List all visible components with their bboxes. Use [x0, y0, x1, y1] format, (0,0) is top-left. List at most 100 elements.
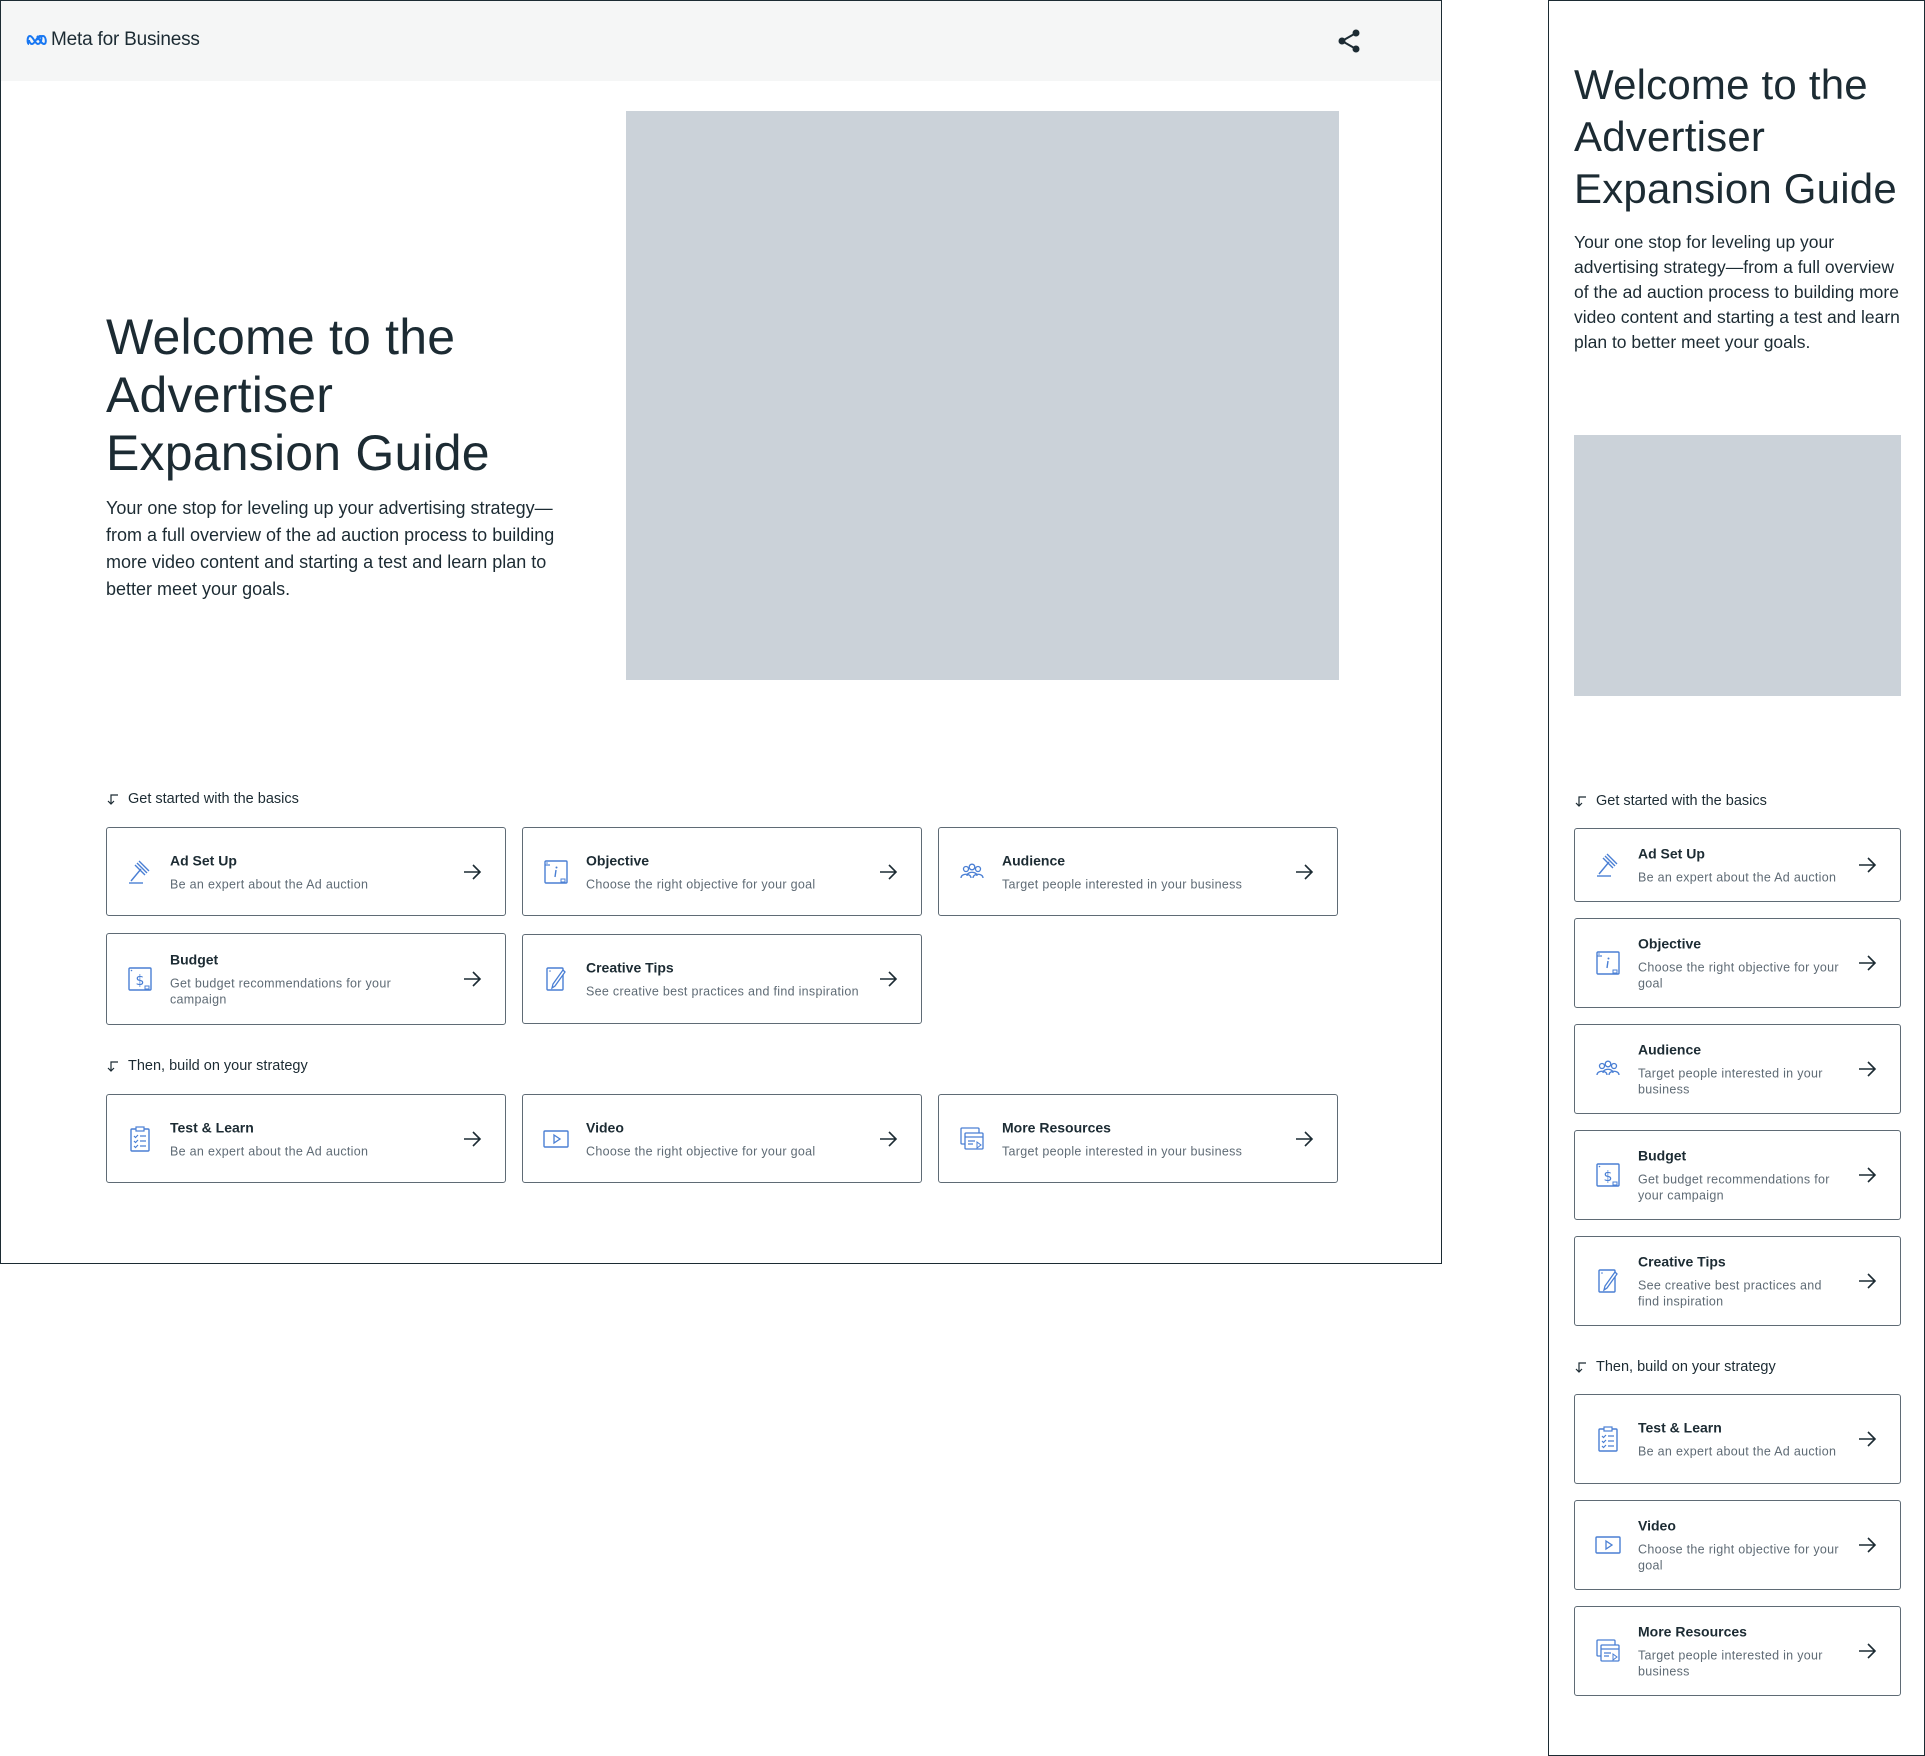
card-title: Video [586, 1119, 624, 1135]
title-line: Expansion Guide [106, 425, 490, 481]
people-icon [960, 863, 984, 878]
resources-icon [1596, 1639, 1620, 1662]
card-text: Objective Choose the right objective for … [586, 851, 861, 892]
card-description: Target people interested in your busines… [1638, 1648, 1823, 1679]
card-objective[interactable]: Objective Choose the right objective for … [1574, 918, 1901, 1008]
arrow-right-icon[interactable] [877, 968, 899, 990]
section-label-basics: Get started with the basics [1574, 793, 1767, 809]
card-title: Budget [1638, 1147, 1687, 1164]
card-budget[interactable]: $ Budget Get budget recommendations for yo… [106, 933, 506, 1025]
card-description: See creative best practices and find ins… [1638, 1278, 1822, 1309]
hero-media-placeholder [1574, 435, 1901, 696]
hero-description: Your one stop for leveling up your adver… [106, 498, 555, 599]
card-description: Be an expert about the Ad auction [170, 877, 369, 891]
svg-text:$: $ [1604, 1169, 1613, 1185]
play-video-icon [543, 1129, 569, 1148]
card-title: More Resources [1002, 1119, 1111, 1135]
section-label-text: Then, build on your strategy [128, 1058, 308, 1074]
card-text: Video Choose the right objective for your… [1638, 1517, 1840, 1574]
card-ad-set-up[interactable]: Ad Set Up Be an expert about the Ad aucti… [1574, 828, 1901, 902]
title-line: Advertiser [1574, 113, 1766, 160]
card-description: Target people interested in your busines… [1638, 1066, 1823, 1097]
section-label-basics: Get started with the basics [106, 791, 299, 807]
card-creative-tips[interactable]: Creative Tips See creative best practices… [1574, 1236, 1901, 1326]
card-text: More Resources Target people interested i… [1638, 1623, 1840, 1680]
arrow-right-icon[interactable] [1856, 1058, 1878, 1080]
pencil-document-icon [1598, 1269, 1618, 1293]
card-audience[interactable]: Audience Target people interested in your… [938, 827, 1338, 916]
arrow-right-icon[interactable] [1856, 952, 1878, 974]
page-title: Welcome to the Advertiser Expansion Guid… [1574, 59, 1897, 215]
arrow-right-icon[interactable] [461, 968, 483, 990]
arrow-right-icon[interactable] [877, 1128, 899, 1150]
arrow-right-icon[interactable] [1856, 854, 1878, 876]
meta-logo[interactable]: Meta for Business [26, 29, 200, 51]
page-title: Welcome to the Advertiser Expansion Guid… [106, 308, 490, 482]
section-label-strategy: Then, build on your strategy [106, 1058, 308, 1074]
card-description: Choose the right objective for your goal [1638, 1542, 1839, 1573]
arrow-right-icon[interactable] [1856, 1164, 1878, 1186]
card-text: Ad Set Up Be an expert about the Ad aucti… [1638, 845, 1840, 886]
card-title: Creative Tips [586, 959, 674, 976]
info-window-icon [1596, 951, 1620, 975]
card-audience[interactable]: Audience Target people interested in your… [1574, 1024, 1901, 1114]
card-test-learn[interactable]: Test & Learn Be an expert about the Ad au… [106, 1094, 506, 1183]
section-label-strategy: Then, build on your strategy [1574, 1359, 1776, 1375]
play-video-icon [1595, 1536, 1621, 1554]
meta-infinity-icon [26, 34, 47, 46]
card-description: Choose the right objective for your goal [586, 1144, 816, 1158]
arrow-right-icon[interactable] [461, 1128, 483, 1150]
arrow-right-icon[interactable] [877, 861, 899, 883]
card-title: Video [1638, 1517, 1676, 1534]
clipboard-checklist-icon [1598, 1426, 1618, 1452]
card-description: Target people interested in your busines… [1002, 1144, 1243, 1158]
card-description: Choose the right objective for your goal [1638, 960, 1839, 991]
card-text: Audience Target people interested in your… [1002, 851, 1277, 892]
arrow-right-icon[interactable] [1293, 1128, 1315, 1150]
card-video[interactable]: Video Choose the right objective for your… [1574, 1500, 1901, 1590]
arrow-right-icon[interactable] [461, 861, 483, 883]
header-bar: Meta for Business [1, 1, 1441, 81]
card-budget[interactable]: $ Budget Get budget recommendations for yo… [1574, 1130, 1901, 1220]
card-title: Audience [1638, 1041, 1702, 1058]
section-label-text: Get started with the basics [1596, 793, 1767, 809]
card-video[interactable]: Video Choose the right objective for your… [522, 1094, 922, 1183]
arrow-right-icon[interactable] [1856, 1428, 1878, 1450]
arrow-right-icon[interactable] [1856, 1534, 1878, 1556]
card-title: Audience [1002, 852, 1066, 868]
arrow-right-icon[interactable] [1856, 1640, 1878, 1662]
dollar-document-icon: $ [128, 967, 152, 991]
title-line: Expansion Guide [1574, 165, 1897, 212]
gavel-icon [1597, 853, 1618, 877]
card-test-learn[interactable]: Test & Learn Be an expert about the Ad au… [1574, 1394, 1901, 1484]
card-more-resources[interactable]: More Resources Target people interested i… [938, 1094, 1338, 1183]
resources-icon [960, 1126, 984, 1150]
card-text: Objective Choose the right objective for … [1638, 935, 1840, 992]
card-objective[interactable]: Objective Choose the right objective for … [522, 827, 922, 916]
card-ad-set-up[interactable]: Ad Set Up Be an expert about the Ad aucti… [106, 827, 506, 916]
card-description: Choose the right objective for your goal [586, 877, 816, 891]
arrow-right-icon[interactable] [1856, 1270, 1878, 1292]
hero-description: Your one stop for leveling up your adver… [1574, 232, 1900, 352]
share-icon[interactable] [1335, 27, 1363, 55]
card-more-resources[interactable]: More Resources Target people interested i… [1574, 1606, 1901, 1696]
svg-text:$: $ [136, 973, 145, 989]
arrow-right-icon[interactable] [1293, 861, 1315, 883]
card-text: Audience Target people interested in your… [1638, 1041, 1840, 1098]
dollar-document-icon: $ [1596, 1163, 1620, 1187]
card-description: Target people interested in your busines… [1002, 877, 1243, 891]
card-text: Ad Set Up Be an expert about the Ad aucti… [170, 851, 445, 892]
card-title: Test & Learn [170, 1119, 254, 1135]
turn-down-arrow-icon [1575, 796, 1586, 807]
brand-name: Meta for Business [51, 29, 200, 50]
desktop-view: Meta for Business Welcome to the Adverti… [0, 0, 1442, 1264]
card-text: Budget Get budget recommendations for you… [1638, 1147, 1840, 1204]
card-creative-tips[interactable]: Creative Tips See creative best practices… [522, 934, 922, 1024]
card-text: Test & Learn Be an expert about the Ad au… [170, 1118, 445, 1159]
hero-media-placeholder [626, 111, 1339, 680]
card-title: Ad Set Up [1638, 845, 1705, 862]
card-text: Video Choose the right objective for your… [586, 1118, 861, 1159]
card-description: Be an expert about the Ad auction [170, 1144, 369, 1158]
card-title: Test & Learn [1638, 1419, 1722, 1436]
card-text: Creative Tips See creative best practices… [1638, 1253, 1840, 1310]
